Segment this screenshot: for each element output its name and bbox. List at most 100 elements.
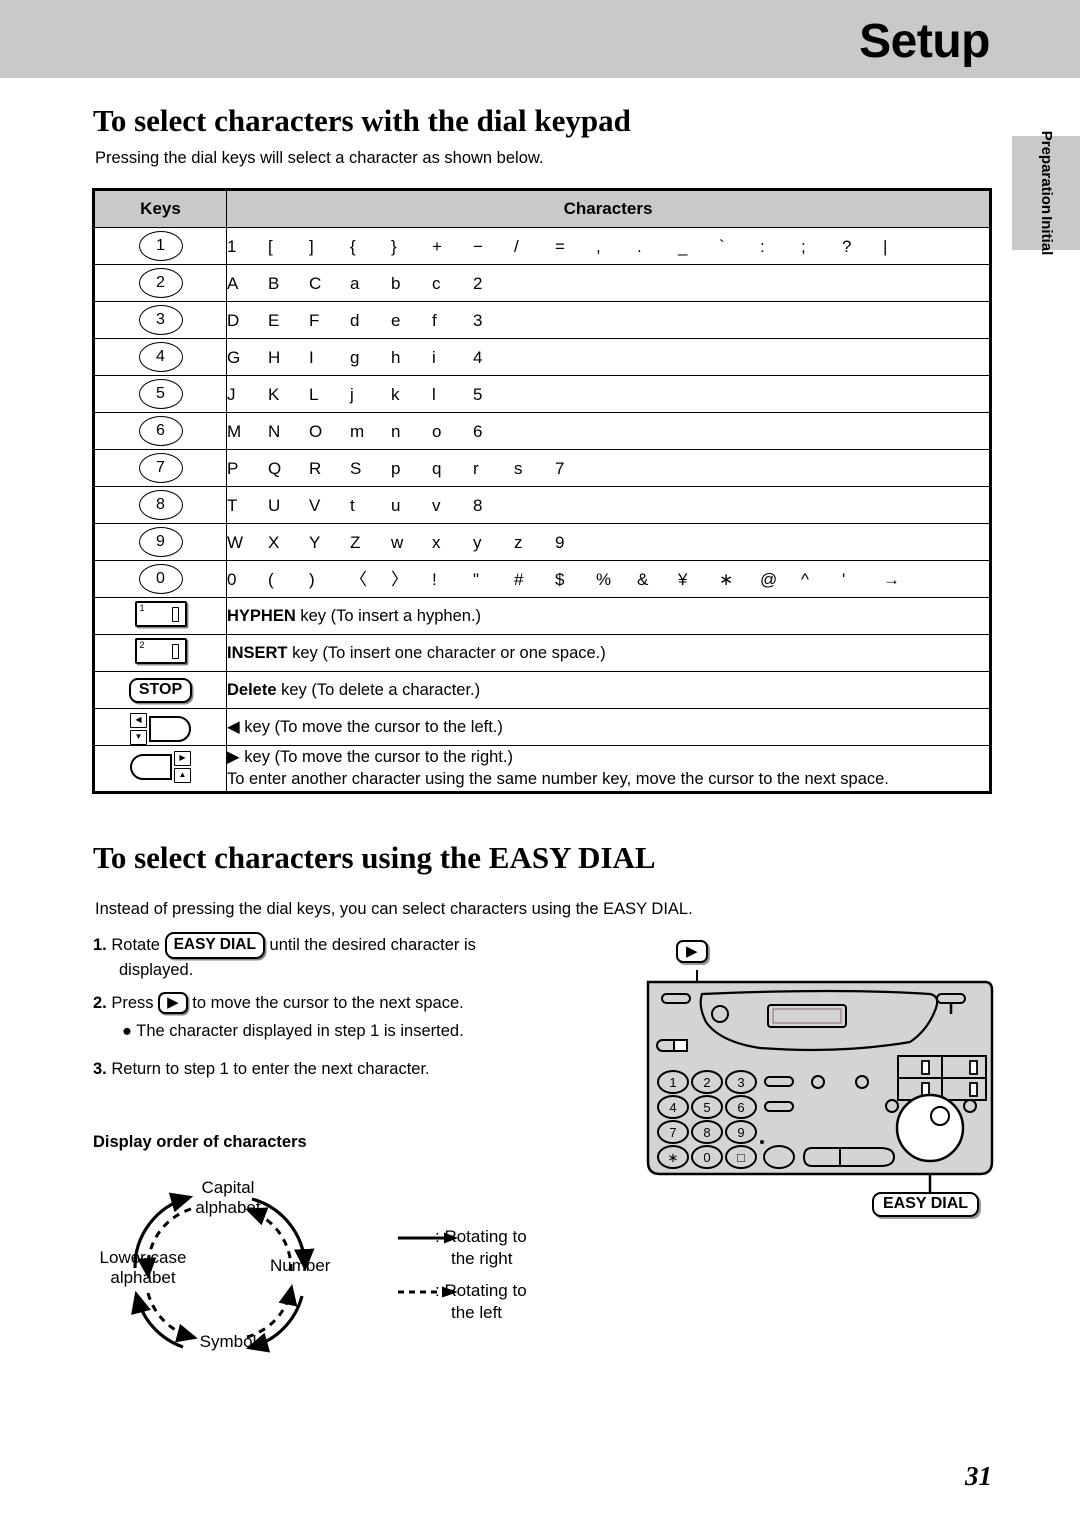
character-glyph: ∗	[719, 569, 734, 589]
character-glyph: &	[637, 569, 649, 589]
character-glyph: B	[268, 273, 280, 293]
character-glyph: X	[268, 532, 280, 552]
table-row: 2 INSERT key (To insert one character or …	[94, 634, 990, 672]
side-tab-line-preparation: Preparation	[1038, 130, 1056, 215]
character-glyph: P	[227, 458, 239, 478]
key-cell-navigator-right: ▶ ▲	[94, 745, 227, 792]
key-cell-9: 9	[94, 523, 227, 561]
character-glyph: N	[268, 421, 281, 441]
table-row: 4 G H Ig h i 4	[94, 338, 990, 376]
section-intro-dial-keypad: Pressing the dial keys will select a cha…	[95, 149, 544, 167]
step-3-number: 3.	[93, 1060, 107, 1078]
key-description-emphasis: Delete	[227, 680, 277, 699]
key-cell-stop: STOP	[94, 671, 227, 709]
character-glyph: /	[514, 236, 519, 256]
character-glyph: H	[268, 347, 281, 367]
svg-text:9: 9	[737, 1125, 744, 1140]
character-glyph: Y	[309, 532, 321, 552]
key-description-cell: ◀ key (To move the cursor to the left.)	[226, 708, 990, 746]
key-cell-navigator-left: ◀ ▼	[94, 708, 227, 746]
character-glyph: ]	[309, 236, 314, 256]
character-glyph: T	[227, 495, 238, 515]
characters-cell: 1 [] {} + − / =,. _ `:;? |	[226, 227, 990, 265]
character-glyph: |	[883, 236, 888, 256]
cycle-node-capital-line2: alphabet	[195, 1197, 261, 1217]
table-row: ◀ ▼ ◀ key (To move the cursor to the left.…	[94, 708, 990, 746]
easy-dial-key-pill[interactable]: EASY DIAL	[164, 932, 265, 960]
character-glyph: 9	[555, 532, 565, 552]
character-glyph: F	[309, 310, 320, 330]
character-glyph: @	[760, 569, 778, 589]
table-row: 1 1 [] {} + − / =,. _ `:;? |	[94, 227, 990, 265]
key-superscript: 1	[139, 602, 145, 613]
navigator-pad-shape	[149, 716, 191, 742]
table-row: 3 D E Fd e f 3	[94, 301, 990, 339]
character-glyph: U	[268, 495, 281, 515]
character-glyph: A	[227, 273, 239, 293]
key-cell-4: 4	[94, 338, 227, 376]
character-glyph: p	[391, 458, 401, 478]
cycle-node-capital-line1: Capital	[201, 1178, 255, 1197]
character-glyph: o	[432, 421, 442, 441]
character-glyph: _	[678, 236, 688, 256]
characters-cell: 0 () 〈 〉! " # $% & ¥ ∗ @ ^ ' →	[226, 560, 990, 598]
character-glyph: 8	[473, 495, 483, 515]
character-glyph: y	[473, 532, 482, 552]
table-row: STOP Delete key (To delete a character.)	[94, 671, 990, 709]
character-glyph: J	[227, 384, 236, 404]
table-row: 5 J K Lj k l 5	[94, 375, 990, 413]
key-description-text: key (To insert one character or one spac…	[287, 643, 606, 662]
character-glyph: 5	[473, 384, 483, 404]
right-arrow-key-pill[interactable]: ▶	[158, 992, 188, 1014]
table-row: 1 HYPHEN key (To insert a hyphen.)	[94, 597, 990, 635]
character-glyph: 3	[473, 310, 483, 330]
svg-text:□: □	[737, 1150, 745, 1165]
cycle-node-symbol: Symbol	[199, 1332, 257, 1351]
key-cell-3: 3	[94, 301, 227, 339]
character-glyph: Q	[268, 458, 282, 478]
dial-key-0-icon: 0	[138, 564, 183, 594]
characters-cell: T U Vt u v 8	[226, 486, 990, 524]
right-arrow-callout-label: ▶	[676, 940, 708, 963]
character-glyph: R	[309, 458, 322, 478]
character-glyph: D	[227, 310, 240, 330]
dial-key-4-icon: 4	[138, 342, 183, 372]
character-glyph: ?	[842, 236, 852, 256]
step-2-number: 2.	[93, 994, 107, 1012]
key-cell-8: 8	[94, 486, 227, 524]
side-tab-initial-preparation: Initial Preparation	[1012, 131, 1080, 255]
character-glyph: Z	[350, 532, 361, 552]
character-glyph: f	[432, 310, 437, 330]
character-glyph: w	[391, 532, 404, 552]
key-description-line: ◀ key (To move the cursor to the left.)	[227, 716, 989, 738]
svg-text:2: 2	[703, 1075, 710, 1090]
step-1: 1. Rotate EASY DIAL until the desired ch…	[93, 932, 563, 983]
step-1-post: until the desired character is	[264, 936, 476, 954]
key-superscript: 2	[139, 639, 145, 650]
key-cell-7: 7	[94, 449, 227, 487]
key-description-line: ▶ key (To move the cursor to the right.)	[227, 746, 989, 768]
step-1-line2: displayed.	[119, 961, 194, 980]
key-description-cell: ▶ key (To move the cursor to the right.)…	[226, 745, 990, 792]
dial-key-1-icon: 1	[138, 231, 183, 261]
step-2-post: to move the cursor to the next space.	[187, 994, 464, 1012]
nav-badge-icon: ▲	[174, 768, 191, 784]
character-glyph: `	[719, 236, 725, 256]
cycle-node-capital-alphabet: Capital alphabet	[168, 1178, 288, 1217]
character-glyph: 6	[473, 421, 483, 441]
dial-key-8-icon: 8	[138, 490, 183, 520]
character-glyph: {	[350, 236, 356, 256]
svg-text:∗: ∗	[668, 1150, 679, 1165]
svg-text:5: 5	[703, 1100, 710, 1115]
step-3-text: Return to step 1 to enter the next chara…	[111, 1060, 430, 1078]
key-description-emphasis: INSERT	[227, 643, 288, 662]
character-glyph: l	[432, 384, 436, 404]
key-description-cell: Delete key (To delete a character.)	[226, 671, 990, 709]
character-glyph: $	[555, 569, 565, 589]
key-description-line: HYPHEN key (To insert a hyphen.)	[227, 605, 989, 627]
display-order-title: Display order of characters	[93, 1133, 307, 1151]
character-glyph: 〉	[391, 569, 408, 589]
character-glyph: L	[309, 384, 319, 404]
character-glyph: v	[432, 495, 441, 515]
step-3: 3. Return to step 1 to enter the next ch…	[93, 1058, 563, 1082]
